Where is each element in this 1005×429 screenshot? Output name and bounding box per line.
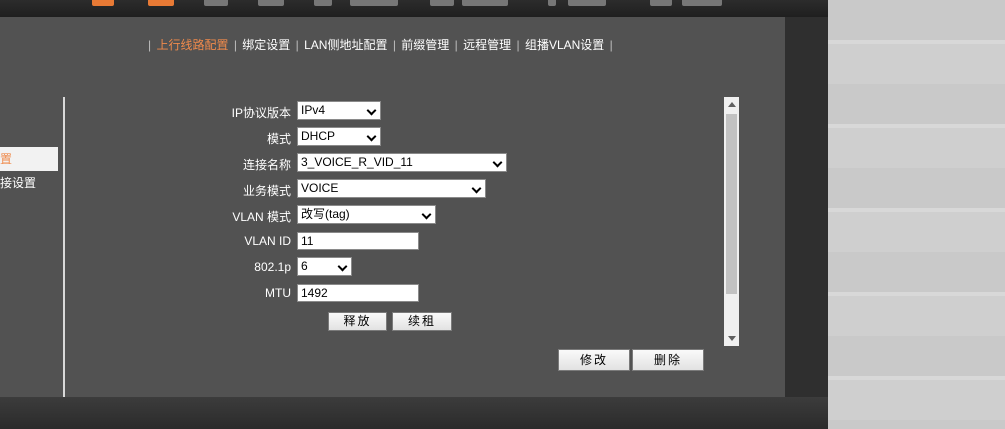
service-mode-row: 业务模式 bbox=[150, 179, 291, 199]
delete-button[interactable]: 删除 bbox=[632, 349, 704, 371]
renew-button[interactable]: 续租 bbox=[392, 312, 452, 331]
vlan-mode-select[interactable]: 改写(tag) bbox=[297, 205, 436, 224]
ip-version-row: IP协议版本 bbox=[150, 101, 291, 121]
subnav-separator: | bbox=[609, 38, 613, 52]
subnav: | 上行线路配置 | 绑定设置 | LAN侧地址配置 | 前缀管理 | 远程管理… bbox=[146, 36, 615, 53]
sidebar-divider bbox=[63, 97, 65, 397]
mode-value: DHCP bbox=[301, 129, 336, 143]
service-mode-select[interactable]: VOICE bbox=[297, 179, 486, 198]
scroll-down-arrow-icon[interactable] bbox=[724, 331, 739, 346]
subnav-prefix[interactable]: 前缀管理 bbox=[401, 38, 449, 52]
ip-version-select[interactable]: IPv4 bbox=[297, 101, 381, 120]
p8021-row: 802.1p bbox=[150, 257, 291, 277]
mode-select[interactable]: DHCP bbox=[297, 127, 381, 146]
service-mode-value: VOICE bbox=[301, 181, 339, 195]
panel-gap bbox=[785, 17, 828, 397]
vlan-mode-label: VLAN 模式 bbox=[232, 210, 291, 224]
subnav-multicast-vlan[interactable]: 组播VLAN设置 bbox=[525, 38, 604, 52]
nav-icon[interactable] bbox=[650, 0, 672, 6]
ip-version-label: IP协议版本 bbox=[231, 106, 291, 120]
p8021-select[interactable]: 6 bbox=[297, 257, 352, 276]
subnav-binding[interactable]: 绑定设置 bbox=[242, 38, 290, 52]
top-nav-bar bbox=[0, 0, 828, 17]
nav-label[interactable] bbox=[148, 0, 174, 6]
sidebar-item-label: 置 bbox=[0, 152, 13, 166]
subnav-separator: | bbox=[392, 38, 396, 52]
conn-name-row: 连接名称 bbox=[150, 153, 291, 173]
sidebar-item-active[interactable]: 置 bbox=[0, 147, 58, 171]
nav-icon[interactable] bbox=[92, 0, 114, 6]
release-button[interactable]: 释放 bbox=[328, 312, 387, 331]
ip-version-value: IPv4 bbox=[301, 103, 326, 117]
p8021-label: 802.1p bbox=[254, 260, 291, 274]
vlan-id-label: VLAN ID bbox=[244, 234, 291, 248]
nav-label[interactable] bbox=[350, 0, 398, 6]
nav-icon[interactable] bbox=[430, 0, 454, 6]
mtu-label: MTU bbox=[265, 286, 291, 300]
nav-icon[interactable] bbox=[204, 0, 228, 6]
nav-label[interactable] bbox=[258, 0, 284, 6]
p8021-value: 6 bbox=[301, 259, 308, 273]
nav-label[interactable] bbox=[568, 0, 606, 6]
subnav-separator: | bbox=[233, 38, 237, 52]
subnav-separator: | bbox=[295, 38, 299, 52]
subnav-uplink-config[interactable]: 上行线路配置 bbox=[156, 38, 228, 52]
subnav-separator: | bbox=[516, 38, 520, 52]
scroll-up-arrow-icon[interactable] bbox=[724, 97, 739, 112]
nav-icon[interactable] bbox=[548, 0, 556, 6]
service-mode-label: 业务模式 bbox=[242, 184, 291, 198]
mtu-input[interactable]: 1492 bbox=[297, 284, 419, 302]
nav-label[interactable] bbox=[682, 0, 722, 6]
vlan-mode-value: 改写(tag) bbox=[301, 207, 350, 221]
main-panel: | 上行线路配置 | 绑定设置 | LAN侧地址配置 | 前缀管理 | 远程管理… bbox=[0, 17, 785, 397]
conn-name-label: 连接名称 bbox=[242, 158, 291, 172]
scrollbar[interactable] bbox=[724, 97, 739, 346]
footer-strip bbox=[0, 397, 828, 429]
nav-label[interactable] bbox=[462, 0, 508, 6]
subnav-separator: | bbox=[148, 38, 152, 52]
mtu-row: MTU bbox=[150, 283, 291, 303]
sidebar-item-label: 接设置 bbox=[0, 176, 37, 190]
mtu-value: 1492 bbox=[301, 286, 328, 300]
subnav-lan-address[interactable]: LAN侧地址配置 bbox=[304, 38, 387, 52]
mode-label: 模式 bbox=[266, 132, 291, 146]
conn-name-value: 3_VOICE_R_VID_11 bbox=[301, 155, 413, 169]
nav-icon[interactable] bbox=[314, 0, 332, 6]
sidebar-item[interactable]: 接设置 bbox=[0, 171, 58, 195]
modify-button[interactable]: 修改 bbox=[558, 349, 630, 371]
subnav-separator: | bbox=[454, 38, 458, 52]
right-background bbox=[828, 0, 1005, 429]
vlan-id-row: VLAN ID bbox=[150, 231, 291, 251]
conn-name-select[interactable]: 3_VOICE_R_VID_11 bbox=[297, 153, 507, 172]
vlan-id-input[interactable]: 11 bbox=[297, 232, 419, 250]
subnav-remote[interactable]: 远程管理 bbox=[463, 38, 511, 52]
vlan-id-value: 11 bbox=[301, 234, 314, 248]
mode-row: 模式 bbox=[150, 127, 291, 147]
scrollbar-thumb[interactable] bbox=[726, 114, 737, 294]
vlan-mode-row: VLAN 模式 bbox=[150, 205, 291, 225]
